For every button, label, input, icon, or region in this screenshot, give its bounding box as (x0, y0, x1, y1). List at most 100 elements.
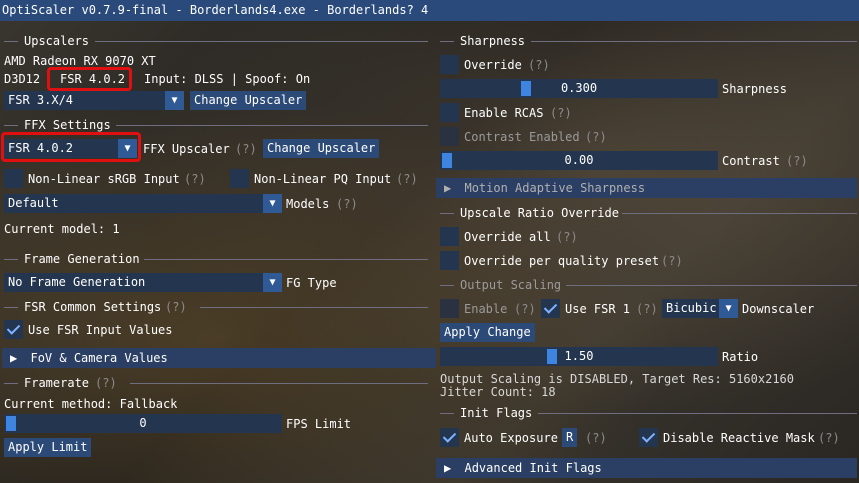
ffx-change-upscaler-button[interactable]: Change Upscaler (263, 139, 380, 158)
input-spoof-text: Input: DLSS | Spoof: On (144, 72, 311, 86)
ffx-settings-header: FFX Settings (24, 118, 111, 132)
slider-grab[interactable] (547, 349, 557, 364)
highlight-box (47, 67, 132, 91)
slider-grab[interactable] (442, 153, 452, 168)
enable-rcas-checkbox[interactable] (440, 103, 459, 122)
use-fsr-input-values-checkbox[interactable] (4, 320, 23, 339)
slider-grab[interactable] (6, 416, 16, 431)
upscaler-select[interactable]: FSR 3.X/4 ▼ (4, 91, 184, 110)
help-icon[interactable]: (?) (184, 171, 206, 187)
separator (622, 213, 857, 214)
separator (440, 413, 454, 414)
output-scaling-enable-checkbox[interactable] (440, 299, 459, 318)
help-icon[interactable]: (?) (661, 253, 683, 269)
nonlinear-pq-checkbox[interactable] (230, 169, 249, 188)
chevron-down-icon: ▼ (263, 194, 282, 213)
help-icon[interactable]: (?) (165, 299, 187, 315)
use-fsr-input-values-label: Use FSR Input Values (28, 323, 173, 337)
current-model-text: Current model: 1 (4, 222, 120, 236)
help-icon[interactable]: (?) (396, 171, 418, 187)
help-icon[interactable]: (?) (636, 301, 658, 317)
separator (4, 307, 18, 308)
contrast-label: Contrast (722, 154, 780, 168)
sharpness-override-label: Override (464, 58, 522, 72)
window-title: OptiScaler v0.7.9-final - Borderlands4.e… (2, 3, 429, 17)
separator (440, 213, 454, 214)
help-icon[interactable]: (?) (235, 141, 257, 157)
separator (4, 383, 18, 384)
contrast-slider[interactable]: 0.00 (440, 151, 718, 170)
help-icon[interactable]: (?) (550, 105, 572, 121)
help-icon[interactable]: (?) (585, 430, 607, 446)
chevron-down-icon: ▼ (719, 299, 738, 318)
sharpness-value: 0.300 (560, 81, 598, 95)
fps-limit-slider[interactable]: 0 (4, 414, 282, 433)
use-fsr1-label: Use FSR 1 (565, 302, 631, 316)
help-icon[interactable]: (?) (95, 375, 117, 391)
separator (531, 41, 857, 42)
sharpness-header: Sharpness (460, 34, 526, 48)
help-icon[interactable]: (?) (514, 301, 536, 317)
use-fsr1-checkbox[interactable] (541, 299, 560, 318)
ratio-label: Ratio (722, 350, 759, 364)
help-icon[interactable]: (?) (336, 196, 358, 212)
output-scaling-header: Output Scaling (460, 278, 562, 292)
upscale-ratio-header: Upscale Ratio Override (460, 206, 619, 220)
sharpness-slider[interactable]: 0.300 (440, 79, 718, 98)
models-select[interactable]: Default ▼ (4, 194, 282, 213)
fg-type-select[interactable]: No Frame Generation ▼ (4, 273, 282, 292)
override-all-checkbox[interactable] (440, 227, 459, 246)
output-scaling-enable-label: Enable (464, 302, 508, 316)
help-icon[interactable]: (?) (528, 57, 550, 73)
fov-camera-header[interactable]: ▶ FoV & Camera Values (2, 348, 436, 368)
change-upscaler-button[interactable]: Change Upscaler (190, 91, 307, 110)
contrast-enabled-checkbox[interactable] (440, 127, 459, 146)
fg-type-label: FG Type (286, 276, 337, 290)
downscaler-value: Bicubic (666, 301, 717, 315)
sharpness-override-checkbox[interactable] (440, 55, 459, 74)
override-per-preset-checkbox[interactable] (440, 251, 459, 270)
contrast-enabled-label: Contrast Enabled (464, 130, 580, 144)
disable-reactive-mask-checkbox[interactable] (639, 428, 658, 447)
motion-adaptive-header[interactable]: ▶ Motion Adaptive Sharpness (436, 178, 857, 198)
help-icon[interactable]: (?) (585, 129, 607, 145)
ffx-upscaler-label: FFX Upscaler (143, 142, 230, 156)
separator (4, 41, 18, 42)
separator (116, 125, 428, 126)
nonlinear-srgb-checkbox[interactable] (4, 169, 23, 188)
slider-grab[interactable] (521, 81, 531, 96)
help-icon[interactable]: (?) (786, 153, 808, 169)
help-icon[interactable]: (?) (556, 229, 578, 245)
separator (130, 383, 428, 384)
upscalers-header: Upscalers (24, 34, 90, 48)
separator (538, 413, 857, 414)
separator (200, 307, 428, 308)
fov-camera-label: FoV & Camera Values (30, 351, 168, 365)
ratio-slider[interactable]: 1.50 (440, 347, 718, 366)
fps-limit-label: FPS Limit (286, 417, 352, 431)
nonlinear-srgb-label: Non-Linear sRGB Input (28, 172, 180, 186)
window-title-bar[interactable]: OptiScaler v0.7.9-final - Borderlands4.e… (0, 0, 859, 21)
change-upscaler-label: Change Upscaler (194, 93, 303, 107)
disable-reactive-mask-label: Disable Reactive Mask (663, 431, 815, 445)
auto-exposure-label: Auto Exposure (464, 431, 558, 445)
chevron-down-icon: ▼ (165, 91, 184, 110)
override-per-preset-label: Override per quality preset (464, 254, 660, 268)
apply-limit-button[interactable]: Apply Limit (4, 438, 92, 457)
apply-change-button[interactable]: Apply Change (440, 323, 535, 342)
auto-exposure-reset-button[interactable]: R (562, 428, 578, 447)
downscaler-select[interactable]: Bicubic ▼ (662, 299, 738, 318)
help-icon[interactable]: (?) (818, 430, 840, 446)
separator (566, 285, 857, 286)
motion-adaptive-label: Motion Adaptive Sharpness (464, 181, 646, 195)
auto-exposure-checkbox[interactable] (440, 428, 459, 447)
ratio-value: 1.50 (564, 349, 594, 363)
upscaler-select-value: FSR 3.X/4 (8, 93, 74, 107)
advanced-init-flags-header[interactable]: ▶ Advanced Init Flags (436, 458, 857, 478)
enable-rcas-label: Enable RCAS (464, 106, 544, 120)
sharpness-label: Sharpness (722, 82, 788, 96)
highlight-box (1, 132, 141, 162)
separator (440, 41, 454, 42)
triangle-right-icon: ▶ (444, 461, 452, 475)
chevron-down-icon: ▼ (263, 273, 282, 292)
